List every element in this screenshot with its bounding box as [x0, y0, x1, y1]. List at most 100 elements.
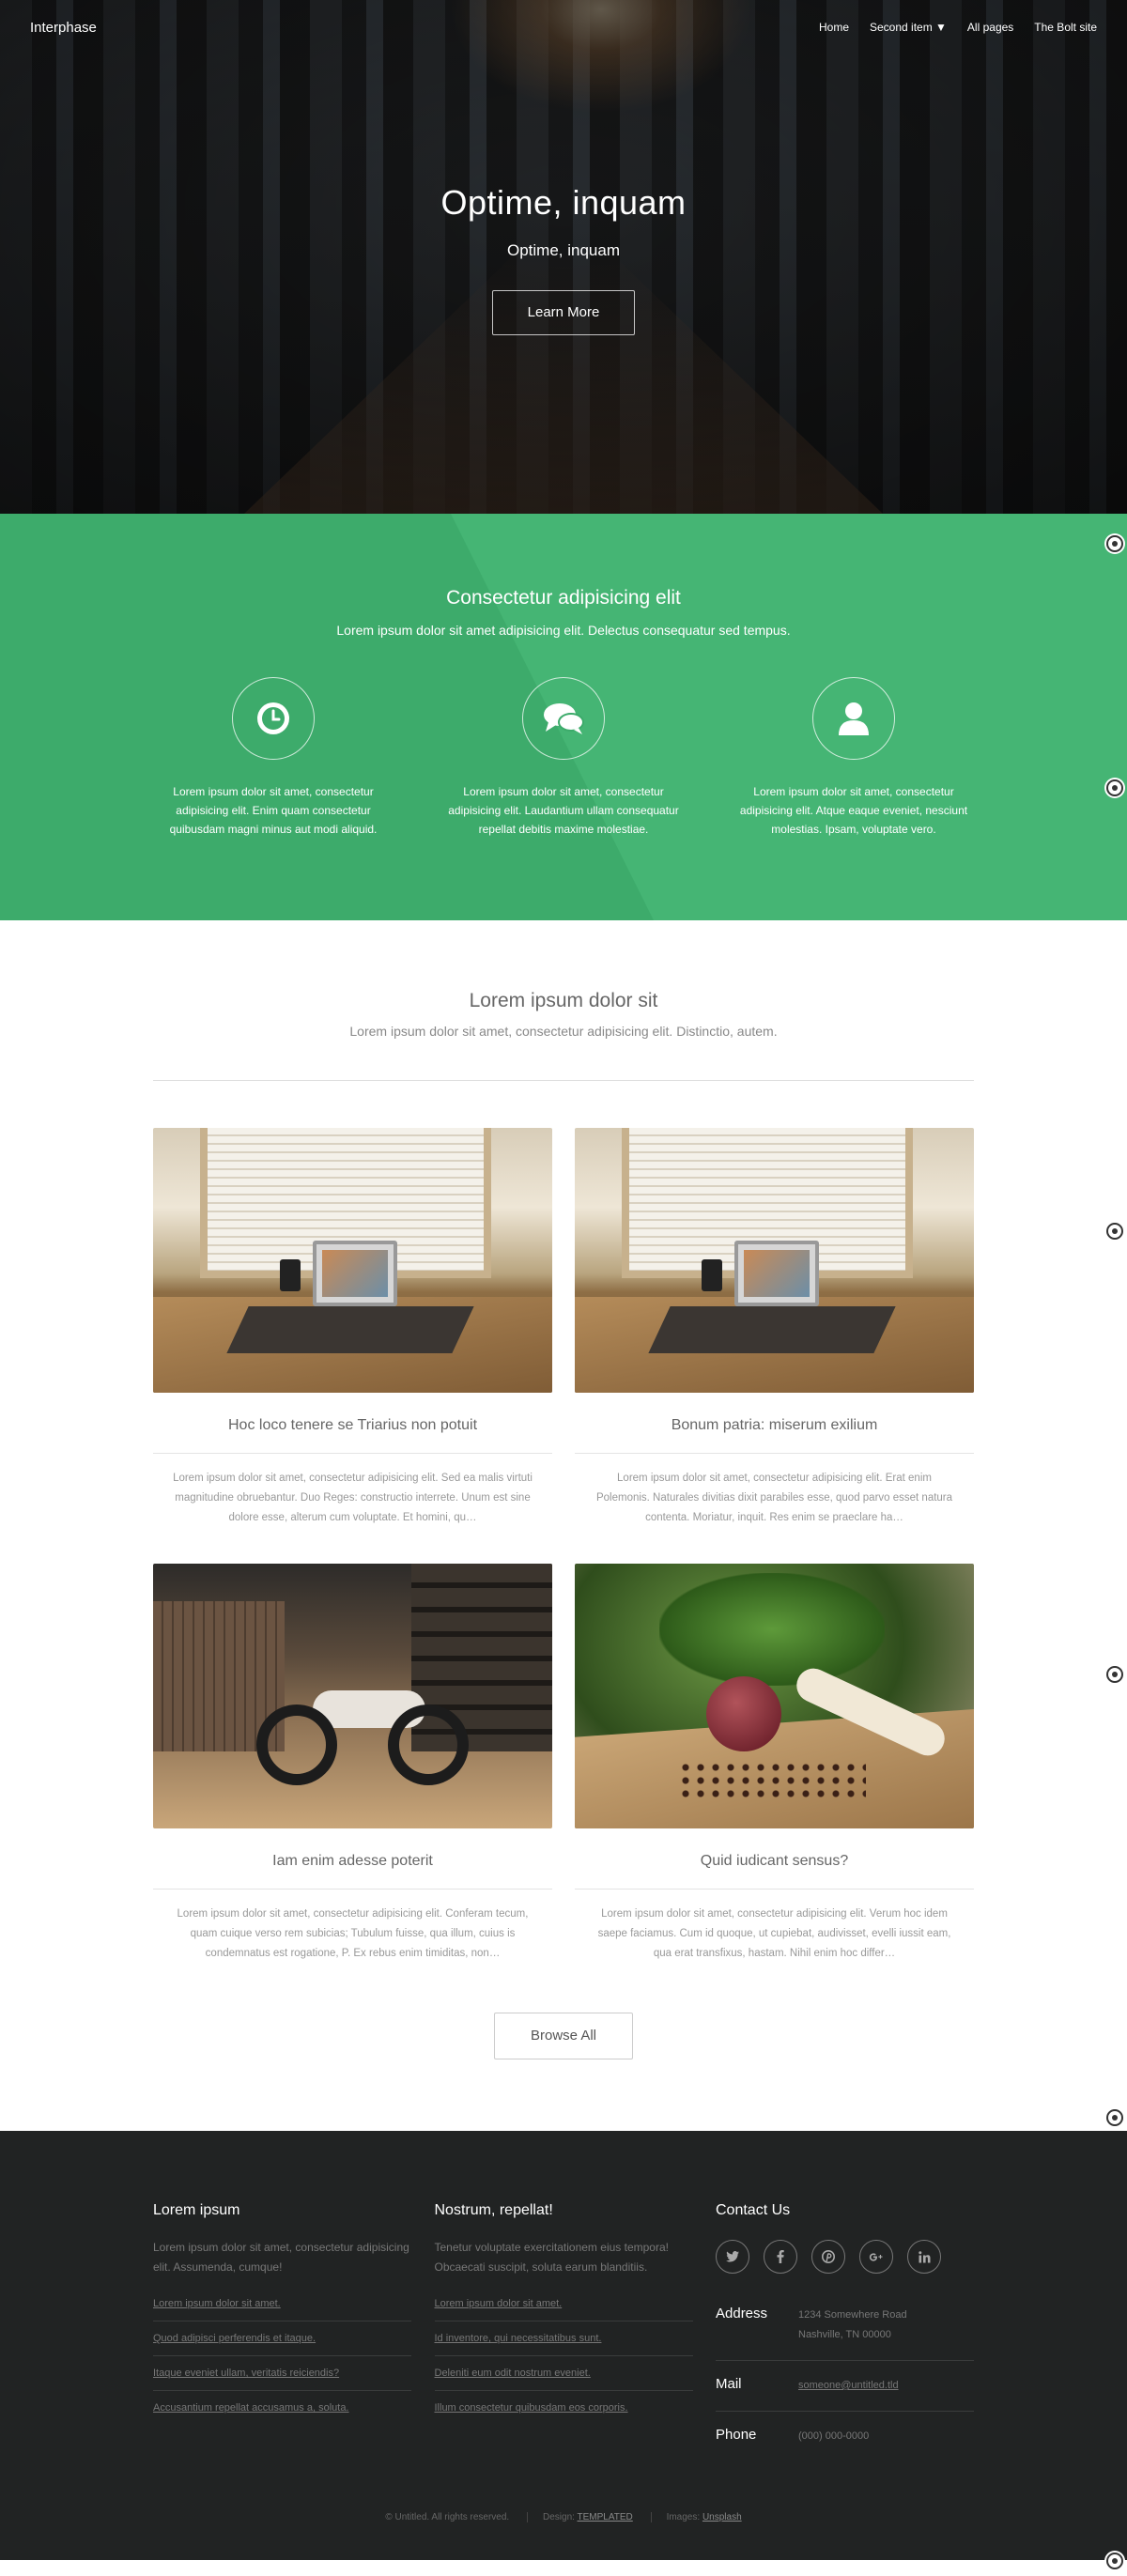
google-plus-icon[interactable]	[859, 2240, 893, 2274]
footer-link-item: Deleniti eum odit nostrum eveniet.	[434, 2355, 693, 2390]
contact-details: Address 1234 Somewhere Road Nashville, T…	[716, 2291, 974, 2461]
post-title[interactable]: Bonum patria: miserum exilium	[575, 1417, 974, 1434]
footer-column-contact: Contact Us Address 1234 Somewhere Road N…	[716, 2202, 974, 2461]
footer-link-item: Quod adipisci perferendis et itaque.	[153, 2321, 411, 2355]
divider	[575, 1453, 974, 1454]
contact-address-row: Address 1234 Somewhere Road Nashville, T…	[716, 2291, 974, 2360]
footer-link-item: Illum consectetur quibusdam eos corporis…	[434, 2390, 693, 2425]
user-icon	[812, 677, 895, 760]
editor-handle-icon[interactable]	[1106, 535, 1123, 552]
divider	[153, 1080, 974, 1081]
hero-subtitle: Optime, inquam	[507, 241, 620, 259]
editor-handle-icon[interactable]	[1106, 779, 1123, 796]
copyright-text: © Untitled. All rights reserved.	[385, 2512, 510, 2522]
posts-section: Lorem ipsum dolor sit Lorem ipsum dolor …	[0, 920, 1127, 2131]
editor-handle-icon[interactable]	[1106, 2109, 1123, 2126]
posts-subtitle: Lorem ipsum dolor sit amet, consectetur …	[349, 1024, 778, 1039]
images-label: Images:	[666, 2512, 701, 2522]
feature-text: Lorem ipsum dolor sit amet, consectetur …	[739, 785, 968, 836]
nav-item-second[interactable]: Second item ▼	[870, 21, 947, 34]
post-image-motorcycle[interactable]	[153, 1564, 552, 1828]
post-image-laptop[interactable]	[153, 1128, 552, 1393]
hero-content: Optime, inquam Optime, inquam Learn More	[0, 183, 1127, 335]
clock-icon	[232, 677, 315, 760]
facebook-icon[interactable]	[764, 2240, 797, 2274]
nav-item-home[interactable]: Home	[819, 21, 849, 34]
mail-link[interactable]: someone@untitled.tld	[798, 2380, 899, 2391]
divider	[153, 1453, 552, 1454]
footer-link[interactable]: Quod adipisci perferendis et itaque.	[153, 2333, 316, 2344]
linkedin-icon[interactable]	[907, 2240, 941, 2274]
post-title[interactable]: Quid iudicant sensus?	[575, 1853, 974, 1870]
address-label: Address	[716, 2306, 768, 2321]
post-card: Iam enim adesse poterit Lorem ipsum dolo…	[153, 1564, 552, 1964]
phone-label: Phone	[716, 2427, 757, 2443]
footer-description: Lorem ipsum dolor sit amet, consectetur …	[153, 2241, 409, 2274]
phone-value: (000) 000-0000	[798, 2430, 870, 2442]
footer-link[interactable]: Accusantium repellat accusamus a, soluta…	[153, 2402, 349, 2414]
contact-phone-row: Phone (000) 000-0000	[716, 2411, 974, 2461]
post-title[interactable]: Iam enim adesse poterit	[153, 1853, 552, 1870]
posts-grid: Hoc loco tenere se Triarius non potuit L…	[153, 1128, 974, 1999]
features-section: Consectetur adipisicing elit Lorem ipsum…	[0, 514, 1127, 920]
footer-link[interactable]: Lorem ipsum dolor sit amet.	[435, 2298, 563, 2309]
footer-link[interactable]: Itaque eveniet ullam, veritatis reiciend…	[153, 2368, 339, 2379]
feature-item: Lorem ipsum dolor sit amet, consectetur …	[419, 677, 709, 839]
post-image-laptop[interactable]	[575, 1128, 974, 1393]
divider	[153, 1889, 552, 1890]
footer-link[interactable]: Id inventore, qui necessitatibus sunt.	[435, 2333, 602, 2344]
footer-link[interactable]: Lorem ipsum dolor sit amet.	[153, 2298, 281, 2309]
nav-item-bolt-site[interactable]: The Bolt site	[1034, 21, 1097, 34]
post-excerpt: Lorem ipsum dolor sit amet, consectetur …	[173, 1473, 533, 1523]
footer-column-2: Nostrum, repellat! Tenetur voluptate exe…	[434, 2202, 693, 2461]
feature-text: Lorem ipsum dolor sit amet, consectetur …	[448, 785, 679, 836]
feature-text: Lorem ipsum dolor sit amet, consectetur …	[169, 785, 378, 836]
footer-link-item: Id inventore, qui necessitatibus sunt.	[434, 2321, 693, 2355]
images-credit: Images: Unsplash	[650, 2512, 757, 2522]
design-credit-link[interactable]: TEMPLATED	[578, 2512, 633, 2522]
footer-heading: Contact Us	[716, 2202, 791, 2218]
footer-heading: Lorem ipsum	[153, 2202, 240, 2218]
features-title: Consectetur adipisicing elit	[446, 587, 681, 609]
footer-link-item: Accusantium repellat accusamus a, soluta…	[153, 2390, 411, 2425]
editor-handle-icon[interactable]	[1106, 1223, 1123, 1240]
design-label: Design:	[543, 2512, 575, 2522]
post-card: Bonum patria: miserum exilium Lorem ipsu…	[575, 1128, 974, 1528]
footer-link-item: Itaque eveniet ullam, veritatis reiciend…	[153, 2355, 411, 2390]
site-footer: Lorem ipsum Lorem ipsum dolor sit amet, …	[0, 2131, 1127, 2560]
nav-item-all-pages[interactable]: All pages	[967, 21, 1013, 34]
learn-more-button[interactable]: Learn More	[492, 290, 635, 335]
twitter-icon[interactable]	[716, 2240, 749, 2274]
images-credit-link[interactable]: Unsplash	[702, 2512, 742, 2522]
footer-heading: Nostrum, repellat!	[434, 2202, 553, 2218]
post-excerpt: Lorem ipsum dolor sit amet, consectetur …	[597, 1908, 951, 1959]
footer-description: Tenetur voluptate exercitationem eius te…	[434, 2241, 669, 2274]
site-logo[interactable]: Interphase	[30, 20, 97, 36]
hero-title: Optime, inquam	[440, 183, 687, 222]
footer-link-item: Lorem ipsum dolor sit amet.	[435, 2298, 693, 2321]
contact-mail-row: Mail someone@untitled.tld	[716, 2360, 974, 2411]
post-image-vegetables[interactable]	[575, 1564, 974, 1828]
post-title[interactable]: Hoc loco tenere se Triarius non potuit	[153, 1417, 552, 1434]
pinterest-icon[interactable]	[811, 2240, 845, 2274]
copyright-bar: © Untitled. All rights reserved. Design:…	[0, 2512, 1127, 2522]
address-value: 1234 Somewhere Road Nashville, TN 00000	[798, 2306, 907, 2345]
editor-handle-icon[interactable]	[1106, 1666, 1123, 1683]
post-excerpt: Lorem ipsum dolor sit amet, consectetur …	[595, 1473, 953, 1523]
browse-all-button[interactable]: Browse All	[494, 2013, 633, 2059]
post-excerpt: Lorem ipsum dolor sit amet, consectetur …	[177, 1908, 529, 1959]
design-credit: Design: TEMPLATED	[527, 2512, 648, 2522]
footer-link-item: Lorem ipsum dolor sit amet.	[153, 2298, 411, 2321]
post-card: Hoc loco tenere se Triarius non potuit L…	[153, 1128, 552, 1528]
editor-handle-icon[interactable]	[1106, 2553, 1123, 2569]
features-subtitle: Lorem ipsum dolor sit amet adipisicing e…	[336, 623, 791, 638]
hero-banner: Interphase Home Second item ▼ All pages …	[0, 0, 1127, 514]
footer-column-1: Lorem ipsum Lorem ipsum dolor sit amet, …	[153, 2202, 411, 2461]
feature-item: Lorem ipsum dolor sit amet, consectetur …	[709, 677, 999, 839]
comments-icon	[522, 677, 605, 760]
post-card: Quid iudicant sensus? Lorem ipsum dolor …	[575, 1564, 974, 1964]
footer-link[interactable]: Deleniti eum odit nostrum eveniet.	[435, 2368, 591, 2379]
divider	[575, 1889, 974, 1890]
footer-link[interactable]: Illum consectetur quibusdam eos corporis…	[435, 2402, 628, 2414]
mail-label: Mail	[716, 2376, 742, 2392]
